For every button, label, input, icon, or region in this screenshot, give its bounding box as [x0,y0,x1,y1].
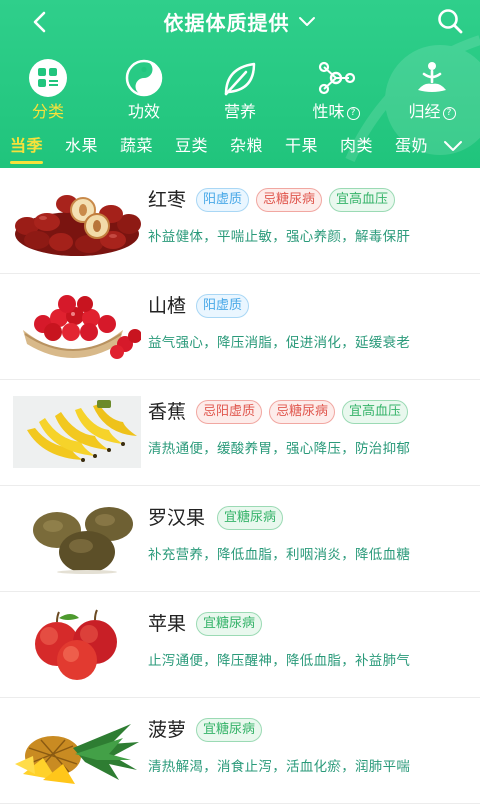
food-list-item[interactable]: 菠萝 宜糖尿病 清热解渴，消食止泻，活血化瘀，润肺平喘 [0,698,480,804]
food-benefits: 清热解渴，消食止泻，活血化瘀，润肺平喘 [148,759,411,775]
food-list: 红枣 阳虚质 忌糖尿病 宜高血压 补益健体，平喘止敏，强心养颜，解毒保肝 山楂 … [0,168,480,804]
tab-dangji[interactable]: 当季 [10,130,44,164]
red-dates-image [13,184,141,256]
category-item-fenlei[interactable]: 分类 [0,58,96,124]
tag-group: 阳虚质 [196,294,250,318]
hawthorn-image [13,290,141,362]
food-benefits: 补益健体，平喘止敏，强心养颜，解毒保肝 [148,229,411,245]
page-title: 依据体质提供 [163,11,290,35]
food-benefits: 止泻通便，降压醒神，降低血脂，补益肺气 [148,653,411,669]
tab-shucai[interactable]: 蔬菜 [120,130,153,164]
food-name: 山楂 [148,295,187,317]
banana-image [13,396,141,468]
tab-dannai[interactable]: 蛋奶 [395,130,428,164]
constitution-tag: 阳虚质 [196,294,250,318]
category-label: 功效 [127,102,160,121]
tab-shuiguo[interactable]: 水果 [65,130,98,164]
category-bar: 分类 功效 营养 性味 ? 归经 ? [0,58,480,124]
food-list-item[interactable]: 罗汉果 宜糖尿病 补充营养，降低血脂，利咽消炎，降低血糖 [0,486,480,592]
food-benefits: 清热通便，缓酸养胃，强心降压，防治抑郁 [148,441,411,457]
tag-group: 忌阳虚质 忌糖尿病 宜高血压 [196,400,409,424]
food-benefits: 益气强心，降压消脂，促进消化，延缓衰老 [148,335,411,351]
food-name: 红枣 [148,189,187,211]
title-dropdown[interactable]: 依据体质提供 [0,7,480,36]
food-name: 香蕉 [148,401,187,423]
food-list-item[interactable]: 香蕉 忌阳虚质 忌糖尿病 宜高血压 清热通便，缓酸养胃，强心降压，防治抑郁 [0,380,480,486]
avoid-tag: 忌糖尿病 [256,188,323,212]
category-label: 归经? [384,102,480,122]
category-item-gongxiao[interactable]: 功效 [96,58,192,124]
food-name: 苹果 [148,613,187,635]
food-benefits: 补充营养，降低血脂，利咽消炎，降低血糖 [148,547,411,563]
help-icon[interactable]: ? [346,107,360,120]
food-list-item[interactable]: 红枣 阳虚质 忌糖尿病 宜高血压 补益健体，平喘止敏，强心养颜，解毒保肝 [0,168,480,274]
chevron-down-icon[interactable] [442,138,464,154]
tag-group: 宜糖尿病 [217,506,284,530]
food-type-tabs: 当季 水果 蔬菜 豆类 杂粮 干果 肉类 蛋奶 [0,130,480,166]
category-label: 性味? [288,102,384,122]
category-item-yingyang[interactable]: 营养 [192,58,288,124]
leaf-icon [224,62,256,96]
molecule-icon [318,61,356,95]
category-label: 分类 [31,102,64,121]
tab-ganguo[interactable]: 干果 [285,130,318,164]
meditation-icon [418,62,446,92]
app-header: 依据体质提供 分类 功效 营养 性味 ? 归经 ? 当季 水果 蔬菜 豆类 杂粮… [0,0,480,168]
apple-image [13,608,141,680]
tag-group: 阳虚质 忌糖尿病 宜高血压 [196,188,396,212]
tag-group: 宜糖尿病 [196,718,263,742]
pineapple-image [13,714,141,786]
tab-zaliang[interactable]: 杂粮 [230,130,263,164]
avoid-tag: 忌糖尿病 [269,400,336,424]
search-icon[interactable] [436,7,464,35]
food-list-item[interactable]: 苹果 宜糖尿病 止泻通便，降压醒神，降低血脂，补益肺气 [0,592,480,698]
suitable-tag: 宜糖尿病 [196,718,263,742]
top-bar: 依据体质提供 [0,0,480,44]
help-icon[interactable]: ? [442,107,456,120]
suitable-tag: 宜高血压 [329,188,396,212]
category-grid-icon [29,59,67,97]
constitution-tag: 阳虚质 [196,188,250,212]
tag-group: 宜糖尿病 [196,612,263,636]
category-label: 营养 [223,102,256,121]
yin-yang-icon [125,59,163,97]
category-item-xingwei[interactable]: 性味? [288,58,384,124]
suitable-tag: 宜高血压 [342,400,409,424]
suitable-tag: 宜糖尿病 [217,506,284,530]
suitable-tag: 宜糖尿病 [196,612,263,636]
avoid-tag: 忌阳虚质 [196,400,263,424]
food-name: 菠萝 [148,719,187,741]
chevron-down-icon [298,16,315,26]
tab-doulei[interactable]: 豆类 [175,130,208,164]
tab-roulei[interactable]: 肉类 [340,130,373,164]
food-list-item[interactable]: 山楂 阳虚质 益气强心，降压消脂，促进消化，延缓衰老 [0,274,480,380]
food-name: 罗汉果 [148,507,206,529]
monk-fruit-image [13,502,141,574]
category-item-guijing[interactable]: 归经? [384,58,480,124]
